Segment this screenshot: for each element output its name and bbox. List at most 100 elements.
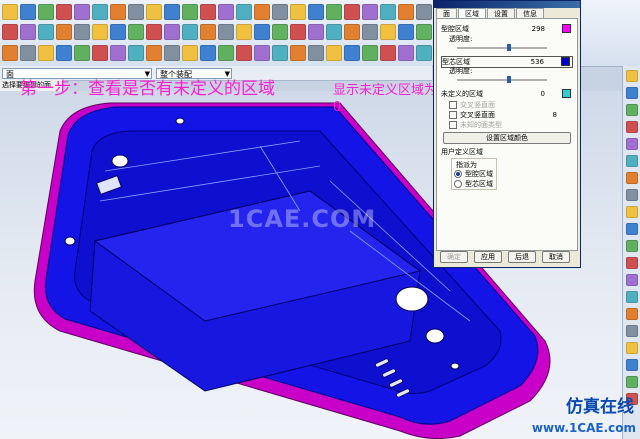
undefined-item-3[interactable]: 未知的面类型 (449, 120, 573, 130)
toolbar-button[interactable] (236, 4, 252, 20)
resource-bar-button[interactable] (625, 87, 638, 99)
scope-select[interactable]: 整个装配 ▼ (156, 67, 232, 79)
core-color-swatch[interactable] (561, 57, 570, 66)
toolbar-button[interactable] (38, 45, 54, 61)
resource-bar-button[interactable] (625, 274, 638, 286)
toolbar-button[interactable] (380, 45, 396, 61)
checkbox[interactable] (449, 111, 457, 119)
resource-bar-button[interactable] (625, 376, 638, 388)
toolbar-button[interactable] (308, 4, 324, 20)
checkbox[interactable] (449, 101, 457, 109)
toolbar-button[interactable] (182, 45, 198, 61)
resource-bar-button[interactable] (625, 155, 638, 167)
cancel-button[interactable]: 取消 (542, 251, 570, 263)
toolbar-button[interactable] (236, 45, 252, 61)
toolbar-button[interactable] (182, 24, 198, 40)
resource-bar-button[interactable] (625, 240, 638, 252)
toolbar-button[interactable] (92, 45, 108, 61)
resource-bar-button[interactable] (625, 342, 638, 354)
toolbar-button[interactable] (326, 45, 342, 61)
assign-option-cavity[interactable]: 型腔区域 (454, 169, 493, 179)
toolbar-button[interactable] (200, 45, 216, 61)
slider-knob[interactable] (507, 76, 511, 83)
radio-button[interactable] (454, 170, 462, 178)
resource-bar-button[interactable] (625, 257, 638, 269)
toolbar-button[interactable] (200, 24, 216, 40)
toolbar-button[interactable] (164, 4, 180, 20)
cavity-opacity-slider[interactable] (457, 44, 547, 51)
toolbar-button[interactable] (128, 45, 144, 61)
toolbar-button[interactable] (380, 4, 396, 20)
toolbar-button[interactable] (92, 4, 108, 20)
toolbar-button[interactable] (74, 45, 90, 61)
toolbar-button[interactable] (2, 4, 18, 20)
toolbar-button[interactable] (146, 45, 162, 61)
toolbar-button[interactable] (164, 45, 180, 61)
toolbar-button[interactable] (20, 45, 36, 61)
back-button[interactable]: 后退 (508, 251, 536, 263)
toolbar-button[interactable] (362, 4, 378, 20)
toolbar-button[interactable] (254, 4, 270, 20)
resource-bar-button[interactable] (625, 206, 638, 218)
toolbar-button[interactable] (344, 24, 360, 40)
toolbar-button[interactable] (272, 24, 288, 40)
toolbar-button[interactable] (164, 24, 180, 40)
apply-button[interactable]: 应用 (474, 251, 502, 263)
resource-bar-button[interactable] (625, 223, 638, 235)
core-opacity-slider[interactable] (457, 76, 547, 83)
resource-bar-button[interactable] (625, 291, 638, 303)
toolbar-button[interactable] (344, 4, 360, 20)
resource-bar-button[interactable] (625, 308, 638, 320)
resource-bar-button[interactable] (625, 359, 638, 371)
toolbar-button[interactable] (20, 24, 36, 40)
resource-bar-button[interactable] (625, 70, 638, 82)
toolbar-button[interactable] (74, 4, 90, 20)
resource-bar-button[interactable] (625, 189, 638, 201)
toolbar-button[interactable] (308, 24, 324, 40)
toolbar-button[interactable] (200, 4, 216, 20)
toolbar-button[interactable] (146, 24, 162, 40)
cavity-color-swatch[interactable] (562, 24, 571, 33)
toolbar-button[interactable] (380, 24, 396, 40)
toolbar-button[interactable] (128, 4, 144, 20)
toolbar-button[interactable] (182, 4, 198, 20)
toolbar-button[interactable] (308, 45, 324, 61)
toolbar-button[interactable] (326, 4, 342, 20)
toolbar-button[interactable] (2, 24, 18, 40)
dialog-title-bar[interactable] (434, 1, 580, 8)
toolbar-button[interactable] (236, 24, 252, 40)
toolbar-button[interactable] (92, 24, 108, 40)
slider-knob[interactable] (507, 44, 511, 51)
ok-button[interactable]: 确定 (440, 251, 468, 263)
resource-bar-button[interactable] (625, 121, 638, 133)
resource-bar-button[interactable] (625, 138, 638, 150)
toolbar-button[interactable] (398, 45, 414, 61)
toolbar-button[interactable] (2, 45, 18, 61)
toolbar-button[interactable] (398, 4, 414, 20)
toolbar-button[interactable] (110, 24, 126, 40)
radio-button[interactable] (454, 180, 462, 188)
filter-select[interactable]: 面 ▼ (2, 67, 152, 79)
toolbar-button[interactable] (344, 45, 360, 61)
toolbar-button[interactable] (146, 4, 162, 20)
toolbar-button[interactable] (38, 4, 54, 20)
undefined-item-1[interactable]: 交叉竖直面 (449, 100, 573, 110)
assign-option-core[interactable]: 型芯区域 (454, 179, 493, 189)
toolbar-button[interactable] (110, 4, 126, 20)
toolbar-button[interactable] (38, 24, 54, 40)
toolbar-button[interactable] (290, 45, 306, 61)
toolbar-button[interactable] (416, 4, 432, 20)
toolbar-button[interactable] (362, 45, 378, 61)
toolbar-button[interactable] (110, 45, 126, 61)
toolbar-button[interactable] (290, 4, 306, 20)
undefined-item-2[interactable]: 交叉竖直面 8 (449, 110, 573, 120)
toolbar-button[interactable] (416, 45, 432, 61)
resource-bar-button[interactable] (625, 172, 638, 184)
toolbar-button[interactable] (398, 24, 414, 40)
toolbar-button[interactable] (272, 4, 288, 20)
resource-bar-button[interactable] (625, 325, 638, 337)
toolbar-button[interactable] (326, 24, 342, 40)
resource-bar-button[interactable] (625, 104, 638, 116)
set-region-color-button[interactable]: 设置区域颜色 (443, 132, 571, 144)
undefined-color-swatch[interactable] (562, 89, 571, 98)
